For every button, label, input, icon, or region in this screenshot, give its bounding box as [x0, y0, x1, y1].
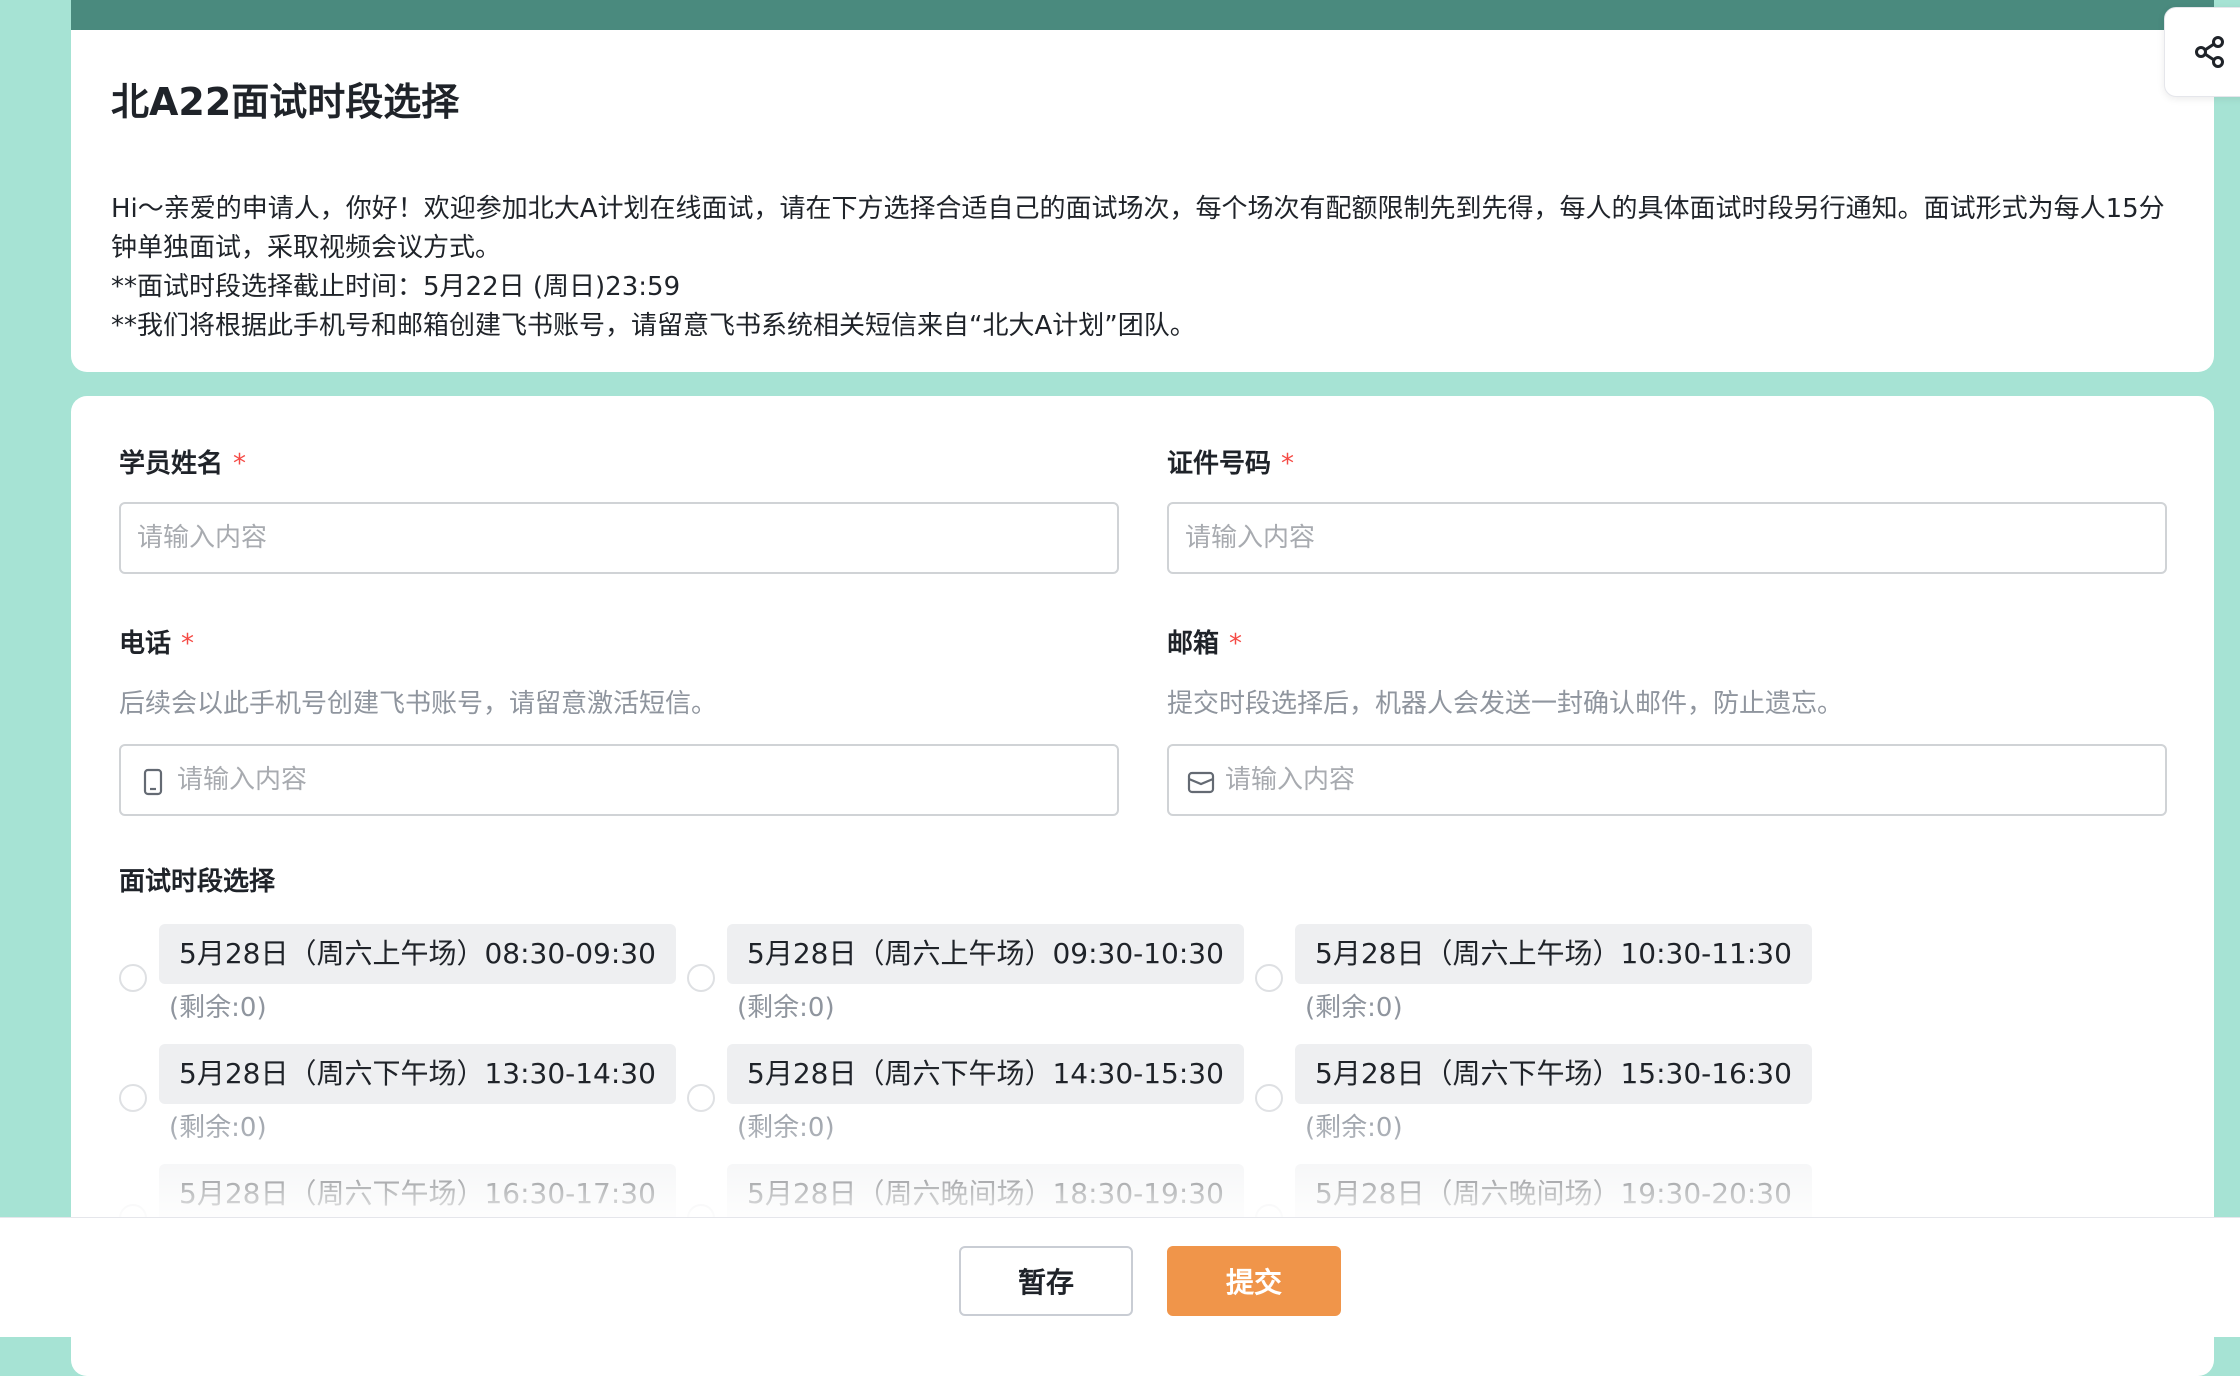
slot-label[interactable]: 5月28日（周六上午场）10:30-11:30 [1295, 924, 1812, 984]
slot-option[interactable]: 5月28日（周六下午场）15:30-16:30 (剩余:0) [1255, 1044, 1812, 1154]
required-mark: * [181, 629, 195, 659]
slot-radio[interactable] [687, 964, 715, 992]
phone-input[interactable] [121, 746, 1117, 814]
share-button[interactable] [2164, 7, 2240, 97]
name-field: 学员姓名 * [119, 446, 1119, 574]
footer-bar: 暂存 提交 [0, 1217, 2240, 1337]
required-mark: * [233, 449, 247, 479]
slot-option[interactable]: 5月28日（周六下午场）13:30-14:30 (剩余:0) [119, 1044, 676, 1154]
slot-option[interactable]: 5月28日（周六下午场）14:30-15:30 (剩余:0) [687, 1044, 1244, 1154]
email-label: 邮箱 * [1167, 629, 1243, 659]
slot-remaining: (剩余:0) [169, 1113, 267, 1143]
email-input[interactable] [1169, 746, 2165, 814]
slot-label[interactable]: 5月28日（周六下午场）13:30-14:30 [159, 1044, 676, 1104]
id-number-label: 证件号码 * [1167, 449, 1295, 479]
page-title: 北A22面试时段选择 [111, 80, 460, 124]
slot-remaining: (剩余:0) [1305, 993, 1403, 1023]
phone-hint: 后续会以此手机号创建飞书账号，请留意激活短信。 [119, 689, 718, 719]
slot-remaining: (剩余:0) [1305, 1113, 1403, 1143]
id-number-input-box [1167, 502, 2167, 574]
page-description: Hi～亲爱的申请人，你好！欢迎参加北大A计划在线面试，请在下方选择合适自己的面试… [111, 190, 2171, 346]
slot-section-label: 面试时段选择 [119, 867, 276, 897]
share-icon [2195, 36, 2224, 68]
save-draft-button[interactable]: 暂存 [959, 1246, 1133, 1316]
slot-option[interactable]: 5月28日（周六上午场）08:30-09:30 (剩余:0) [119, 924, 676, 1034]
slot-label[interactable]: 5月28日（周六下午场）16:30-17:30 [159, 1164, 676, 1224]
slot-label[interactable]: 5月28日（周六晚间场）19:30-20:30 [1295, 1164, 1812, 1224]
phone-label: 电话 * [119, 629, 195, 659]
id-number-input[interactable] [1169, 504, 2165, 572]
slot-remaining: (剩余:0) [737, 993, 835, 1023]
description-deadline: **面试时段选择截止时间：5月22日 (周日)23:59 [111, 272, 681, 302]
email-hint: 提交时段选择后，机器人会发送一封确认邮件，防止遗忘。 [1167, 689, 1844, 719]
header-card: 北A22面试时段选择 Hi～亲爱的申请人，你好！欢迎参加北大A计划在线面试，请在… [71, 30, 2214, 372]
slot-radio[interactable] [1255, 964, 1283, 992]
id-number-field: 证件号码 * [1167, 446, 2167, 574]
phone-input-box [119, 744, 1119, 816]
description-notice: **我们将根据此手机号和邮箱创建飞书账号，请留意飞书系统相关短信来自“北大A计划… [111, 311, 1196, 341]
slot-label[interactable]: 5月28日（周六下午场）15:30-16:30 [1295, 1044, 1812, 1104]
slot-radio[interactable] [119, 964, 147, 992]
name-label: 学员姓名 * [119, 449, 247, 479]
slot-label[interactable]: 5月28日（周六晚间场）18:30-19:30 [727, 1164, 1244, 1224]
required-mark: * [1229, 629, 1243, 659]
required-mark: * [1281, 449, 1295, 479]
slot-radio[interactable] [119, 1084, 147, 1112]
slot-option[interactable]: 5月28日（周六上午场）10:30-11:30 (剩余:0) [1255, 924, 1812, 1034]
email-input-box [1167, 744, 2167, 816]
phone-field: 电话 * 后续会以此手机号创建飞书账号，请留意激活短信。 [119, 626, 1119, 816]
email-field: 邮箱 * 提交时段选择后，机器人会发送一封确认邮件，防止遗忘。 [1167, 626, 2167, 816]
slot-option[interactable]: 5月28日（周六上午场）09:30-10:30 (剩余:0) [687, 924, 1244, 1034]
slot-remaining: (剩余:0) [169, 993, 267, 1023]
slot-radio[interactable] [1255, 1084, 1283, 1112]
submit-button[interactable]: 提交 [1167, 1246, 1341, 1316]
slot-remaining: (剩余:0) [737, 1113, 835, 1143]
slot-label[interactable]: 5月28日（周六上午场）09:30-10:30 [727, 924, 1244, 984]
slot-radio[interactable] [687, 1084, 715, 1112]
slot-label[interactable]: 5月28日（周六下午场）14:30-15:30 [727, 1044, 1244, 1104]
name-input-box [119, 502, 1119, 574]
header-top-strip [71, 0, 2214, 30]
name-input[interactable] [121, 504, 1117, 572]
slot-label[interactable]: 5月28日（周六上午场）08:30-09:30 [159, 924, 676, 984]
description-intro: Hi～亲爱的申请人，你好！欢迎参加北大A计划在线面试，请在下方选择合适自己的面试… [111, 194, 2165, 263]
